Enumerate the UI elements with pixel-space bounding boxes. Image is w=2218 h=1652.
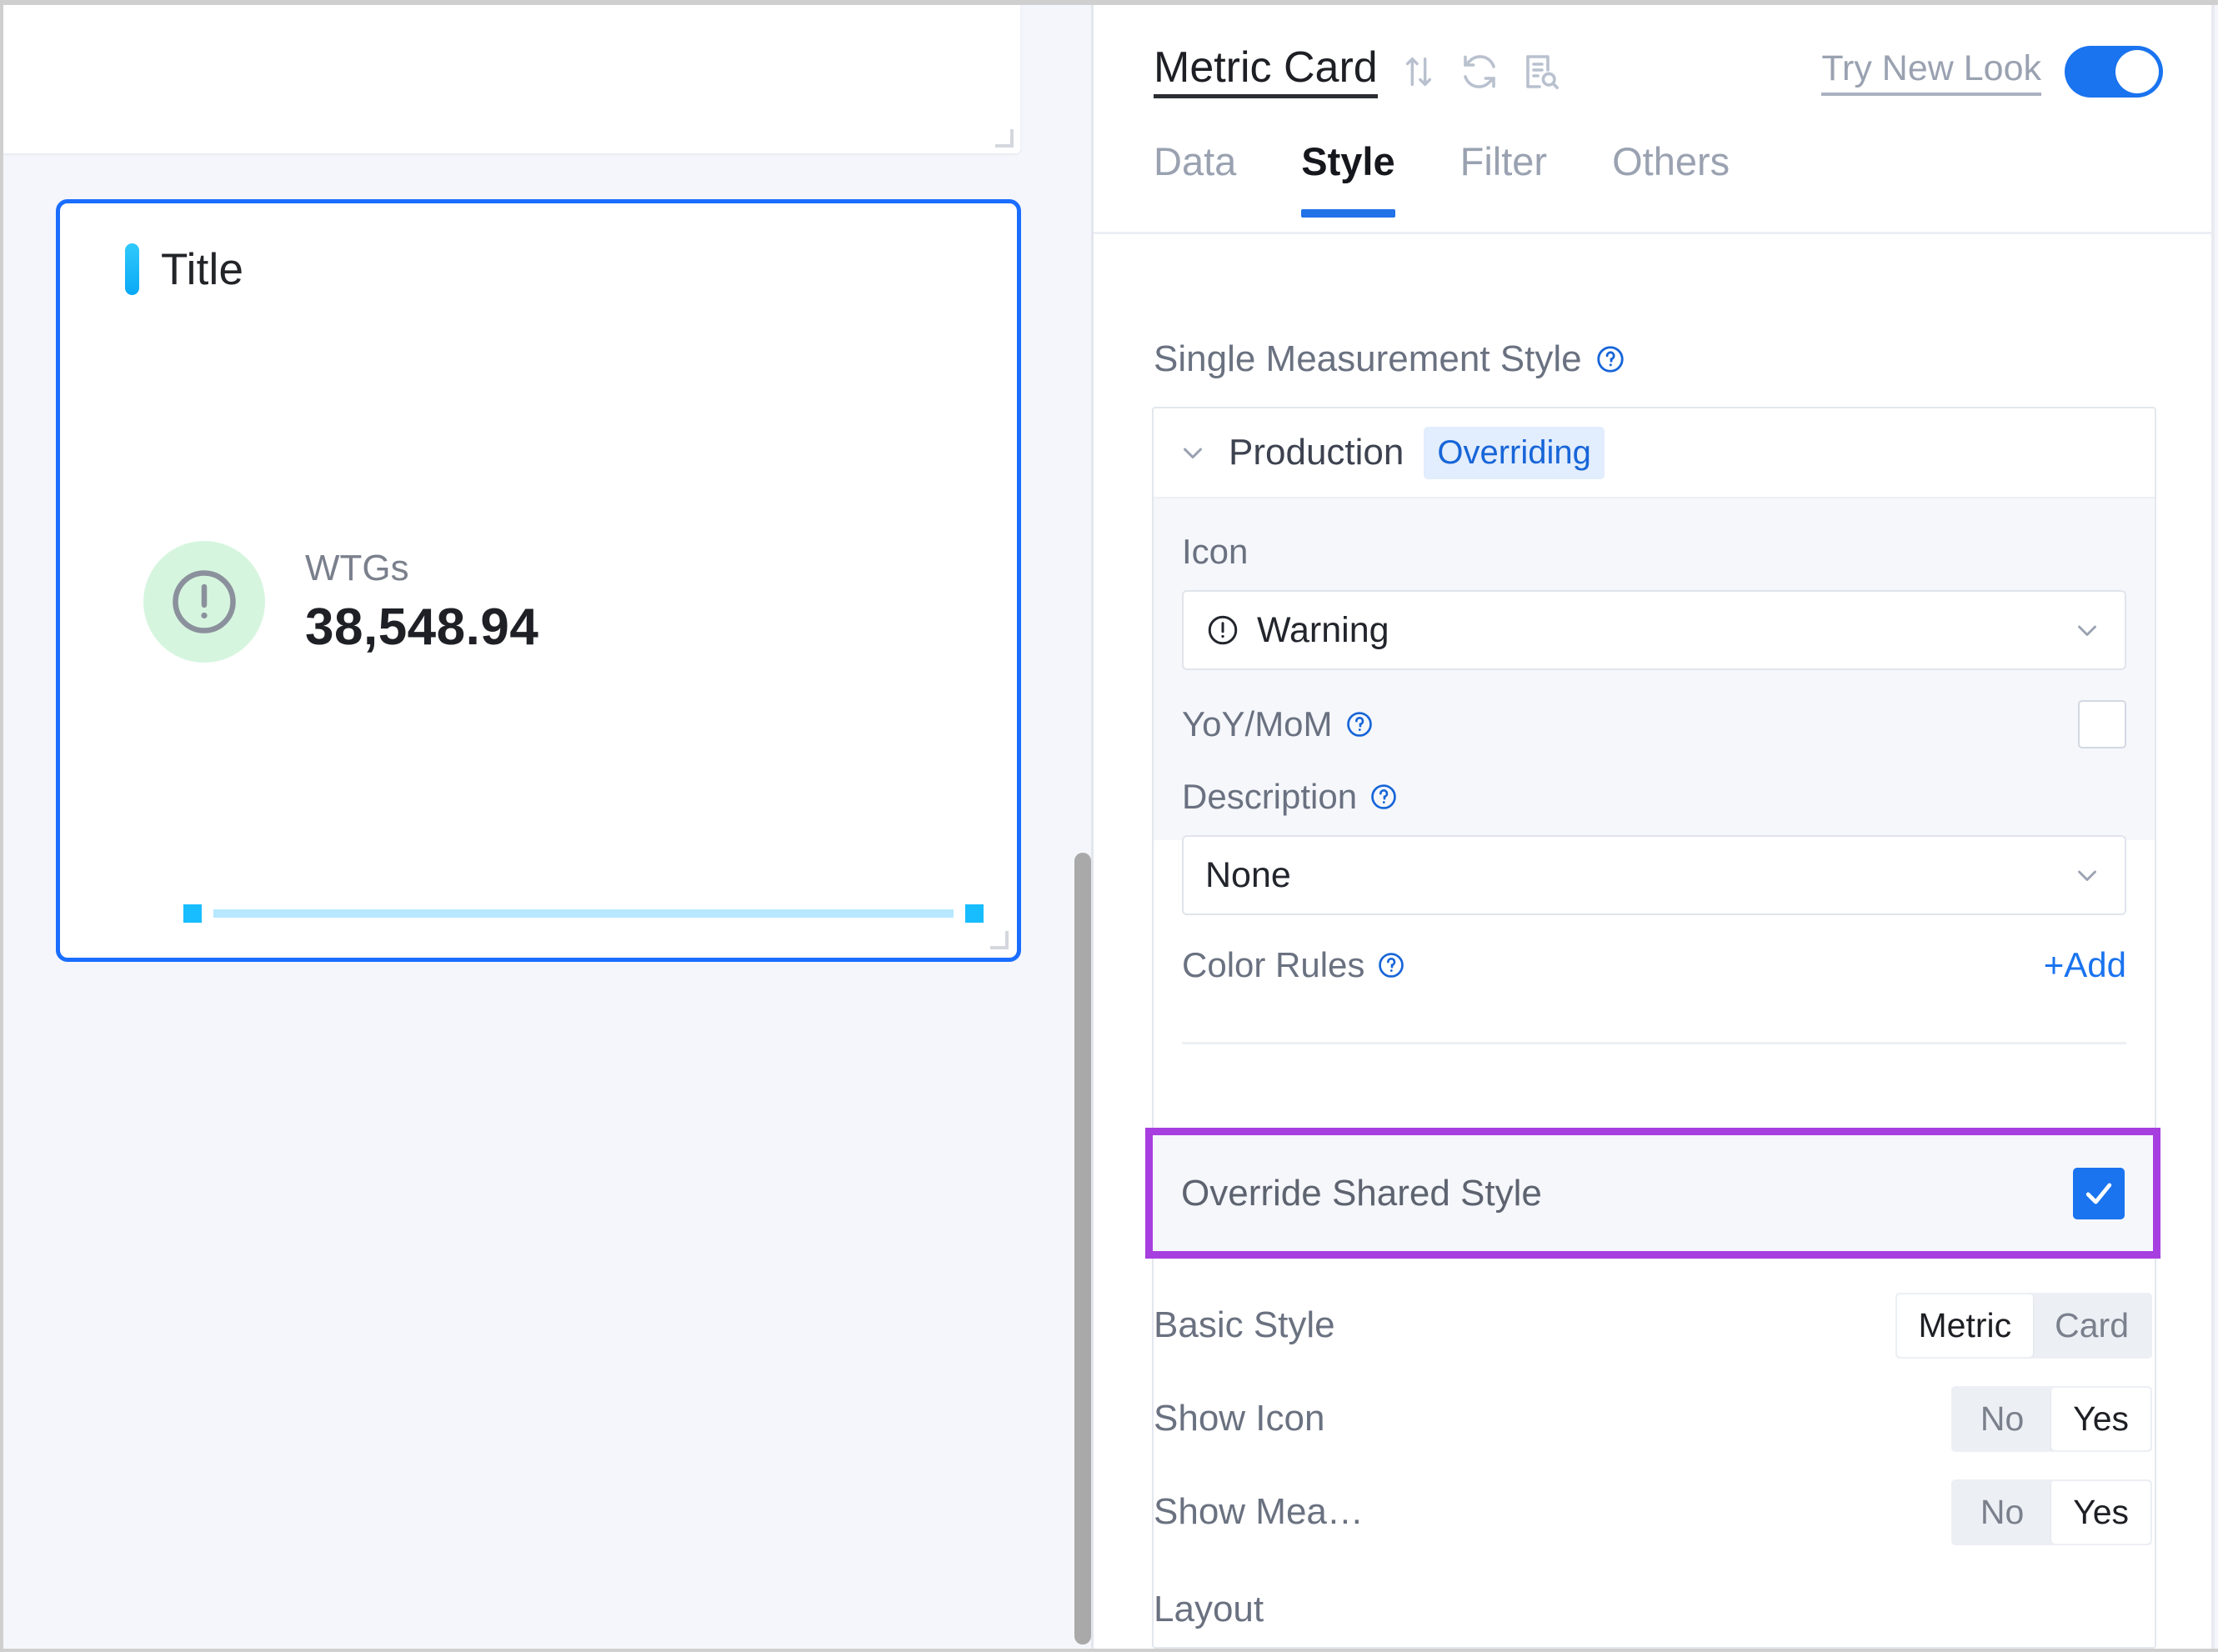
resize-corner-handle[interactable]: [990, 931, 1009, 949]
warning-exclamation-circle-icon: [1205, 613, 1240, 648]
color-rules-label: Color Rules: [1182, 945, 1364, 985]
overriding-badge[interactable]: Overriding: [1424, 427, 1605, 479]
app-window: Title WTGs 38,548.94: [0, 0, 2218, 1652]
panel-header-left: Metric Card: [1154, 45, 1561, 99]
tabs-underline-rule: [1094, 232, 2215, 234]
basic-style-option-metric[interactable]: Metric: [1897, 1294, 2034, 1357]
panel-right-edge: [2211, 5, 2215, 1649]
basic-style-label: Basic Style: [1154, 1304, 1335, 1346]
layout-label: Layout: [1154, 1589, 2152, 1630]
help-circle-icon[interactable]: [1376, 950, 1406, 980]
chevron-down-icon[interactable]: [1177, 437, 1209, 468]
override-shared-style-label: Override Shared Style: [1181, 1173, 1542, 1214]
metric-text-block: WTGs 38,548.94: [305, 548, 538, 657]
metric-label: WTGs: [305, 548, 538, 589]
progress-start-marker: [183, 904, 202, 923]
show-icon-row: Show Icon No Yes: [1154, 1372, 2152, 1465]
yoy-mom-label: YoY/MoM: [1182, 704, 1333, 744]
tab-filter[interactable]: Filter: [1460, 138, 1547, 218]
override-shared-style-checkbox[interactable]: [2073, 1168, 2125, 1219]
title-accent-bar: [125, 243, 139, 295]
card-title: Title: [161, 244, 243, 295]
basic-style-row: Basic Style Metric Card: [1154, 1279, 2152, 1372]
section-header: Single Measurement Style: [1154, 338, 1625, 380]
progress-end-marker: [965, 904, 984, 923]
metric-card-preview[interactable]: Title WTGs 38,548.94: [56, 199, 1021, 962]
help-circle-icon[interactable]: [1344, 709, 1374, 739]
override-shared-style-highlight: Override Shared Style: [1145, 1128, 2160, 1259]
style-settings-rows: Basic Style Metric Card Show Icon No Yes…: [1154, 1279, 2152, 1652]
group-header-production[interactable]: Production Overriding: [1154, 408, 2155, 498]
panel-tabs: Data Style Filter Others: [1094, 138, 2215, 232]
settings-panel: Metric Card: [1094, 5, 2215, 1649]
help-circle-icon[interactable]: [1595, 344, 1625, 374]
card-progress-indicator: [183, 904, 984, 923]
tab-style[interactable]: Style: [1301, 138, 1394, 218]
card-title-row: Title: [125, 243, 243, 295]
show-measurement-option-yes[interactable]: Yes: [2051, 1481, 2150, 1544]
description-select-value: None: [1205, 855, 1291, 896]
color-rules-label-wrap: Color Rules: [1182, 945, 1406, 985]
show-icon-label: Show Icon: [1154, 1398, 1324, 1439]
description-label: Description: [1182, 777, 1357, 817]
panel-header: Metric Card: [1094, 5, 2215, 138]
page-title: Metric Card: [1154, 45, 1378, 99]
refresh-icon[interactable]: [1459, 52, 1500, 92]
group-body: Icon Warning: [1154, 498, 2155, 840]
description-label-wrap: Description: [1182, 777, 2126, 817]
show-measurement-row: Show Mea… No Yes: [1154, 1465, 2152, 1559]
override-shared-style-row[interactable]: Override Shared Style: [1153, 1135, 2153, 1251]
tab-others[interactable]: Others: [1612, 138, 1730, 218]
metric-value: 38,548.94: [305, 598, 538, 657]
yoy-mom-row: YoY/MoM: [1182, 700, 2126, 748]
resize-corner-handle[interactable]: [995, 129, 1014, 148]
icon-field-label: Icon: [1182, 532, 2126, 572]
panel-header-right: Try New Look: [1821, 46, 2163, 98]
add-color-rule-button[interactable]: +Add: [2044, 945, 2126, 985]
yoy-mom-label-wrap: YoY/MoM: [1182, 704, 1374, 744]
basic-style-option-card[interactable]: Card: [2033, 1294, 2150, 1357]
description-select[interactable]: None: [1182, 835, 2126, 915]
section-title: Single Measurement Style: [1154, 338, 1582, 380]
group-name-label: Production: [1229, 432, 1404, 473]
metric-row: WTGs 38,548.94: [143, 541, 538, 663]
document-search-icon[interactable]: [1521, 52, 1561, 92]
yoy-mom-checkbox[interactable]: [2078, 700, 2126, 748]
try-new-look-toggle[interactable]: [2065, 46, 2163, 98]
help-circle-icon[interactable]: [1369, 782, 1399, 812]
try-new-look-link[interactable]: Try New Look: [1821, 48, 2041, 96]
show-icon-segmented-control: No Yes: [1951, 1386, 2152, 1452]
show-measurement-label: Show Mea…: [1154, 1491, 1364, 1533]
empty-dashboard-card[interactable]: [3, 5, 1020, 153]
icon-select[interactable]: Warning: [1182, 590, 2126, 670]
color-rules-row: Color Rules +Add: [1182, 945, 2126, 985]
chevron-down-icon[interactable]: [2071, 614, 2103, 646]
chevron-down-icon[interactable]: [2071, 859, 2103, 891]
progress-line: [213, 909, 954, 918]
preview-pane: Title WTGs 38,548.94: [3, 5, 1091, 1649]
show-measurement-segmented-control: No Yes: [1951, 1479, 2152, 1545]
preview-pane-scrollbar[interactable]: [1074, 853, 1091, 1644]
show-measurement-option-no[interactable]: No: [1953, 1481, 2051, 1544]
tab-data[interactable]: Data: [1154, 138, 1236, 218]
show-icon-option-yes[interactable]: Yes: [2051, 1388, 2150, 1450]
icon-select-value: Warning: [1257, 610, 1389, 651]
warning-exclamation-circle-icon: [143, 541, 265, 663]
sort-updown-icon[interactable]: [1399, 53, 1438, 91]
group-section-divider: [1182, 1042, 2126, 1044]
basic-style-segmented-control: Metric Card: [1895, 1293, 2152, 1359]
show-icon-option-no[interactable]: No: [1953, 1388, 2051, 1450]
